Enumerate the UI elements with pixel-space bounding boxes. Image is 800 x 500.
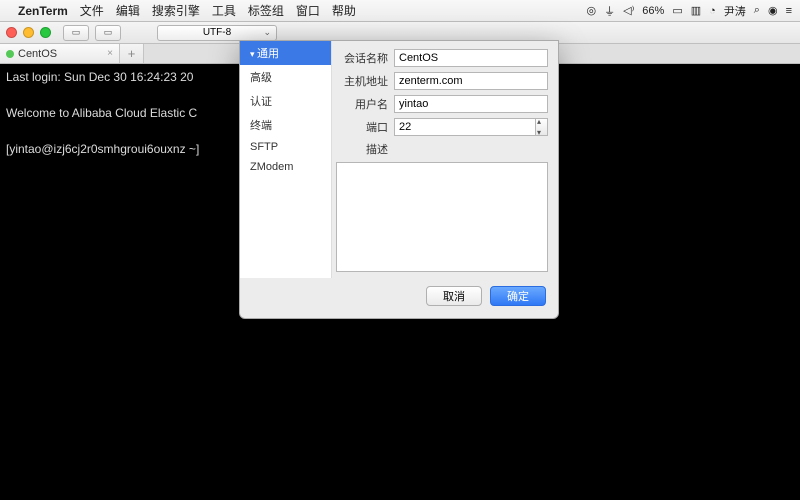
sidebar-item-zmodem[interactable]: ZModem — [240, 157, 331, 177]
wifi-icon[interactable]: ⏚ — [604, 3, 615, 19]
menu-window[interactable]: 窗口 — [296, 2, 320, 19]
sidebar-item-auth[interactable]: 认证 — [240, 89, 331, 113]
sidebar-item-sftp[interactable]: SFTP — [240, 137, 331, 157]
close-window[interactable] — [6, 27, 17, 38]
sidebar-item-advanced[interactable]: 高级 — [240, 65, 331, 89]
menu-tabgroup[interactable]: 标签组 — [248, 2, 284, 19]
battery-text: 66% — [642, 5, 664, 17]
menu-search[interactable]: 搜索引擎 — [152, 2, 200, 19]
app-name[interactable]: ZenTerm — [18, 4, 68, 18]
sidebar-item-general[interactable]: 通用 — [240, 41, 331, 65]
input-host[interactable] — [394, 72, 548, 90]
port-stepper[interactable] — [536, 118, 548, 136]
menu-tools[interactable]: 工具 — [212, 2, 236, 19]
input-session-name[interactable] — [394, 49, 548, 67]
user-name[interactable]: 尹涛 — [724, 3, 746, 19]
clock-icon[interactable]: ◔ — [709, 5, 716, 17]
siri-icon[interactable]: ◉ — [768, 4, 778, 17]
spotlight-icon[interactable]: ◎ — [587, 4, 597, 17]
menu-help[interactable]: 帮助 — [332, 2, 356, 19]
label-port: 端口 — [336, 119, 388, 135]
input-description[interactable] — [336, 162, 548, 272]
dialog-sidebar: 通用 高级 认证 终端 SFTP ZModem — [240, 41, 332, 278]
label-host: 主机地址 — [336, 73, 388, 89]
menu-edit[interactable]: 编辑 — [116, 2, 140, 19]
window-controls — [6, 27, 51, 38]
dialog-form: 会话名称 主机地址 用户名 端口 描述 — [332, 41, 558, 278]
label-desc: 描述 — [336, 141, 388, 157]
tab-label: CentOS — [18, 48, 103, 60]
toolbar-button-1[interactable]: ▭ — [63, 25, 89, 41]
menubar: ZenTerm 文件 编辑 搜索引擎 工具 标签组 窗口 帮助 ◎ ⏚ ◁⁾ 6… — [0, 0, 800, 22]
input-username[interactable] — [394, 95, 548, 113]
sidebar-item-terminal[interactable]: 终端 — [240, 113, 331, 137]
zoom-window[interactable] — [40, 27, 51, 38]
notification-icon[interactable]: ≡ — [786, 5, 792, 17]
tab-centos[interactable]: CentOS × — [0, 44, 120, 63]
minimize-window[interactable] — [23, 27, 34, 38]
status-icon[interactable]: ▥ — [691, 4, 701, 17]
tab-close-icon[interactable]: × — [107, 48, 113, 59]
term-line: Welcome to Alibaba Cloud Elastic C — [6, 106, 197, 120]
menu-file[interactable]: 文件 — [80, 2, 104, 19]
toolbar-button-2[interactable]: ▭ — [95, 25, 121, 41]
cancel-button[interactable]: 取消 — [426, 286, 482, 306]
tab-status-icon — [6, 50, 14, 58]
session-dialog: 通用 高级 认证 终端 SFTP ZModem 会话名称 主机地址 用户名 端口 — [239, 40, 559, 319]
volume-icon[interactable]: ◁⁾ — [623, 4, 634, 17]
search-icon[interactable]: ⌕ — [754, 4, 760, 17]
add-tab-button[interactable]: + — [120, 44, 144, 63]
encoding-value: UTF-8 — [203, 27, 231, 38]
battery-icon[interactable]: ▭ — [672, 4, 682, 17]
ok-button[interactable]: 确定 — [490, 286, 546, 306]
label-user: 用户名 — [336, 96, 388, 112]
input-port[interactable] — [394, 118, 536, 136]
term-line: Last login: Sun Dec 30 16:24:23 20 — [6, 70, 193, 84]
label-session: 会话名称 — [336, 50, 388, 66]
encoding-select[interactable]: UTF-8 — [157, 25, 277, 41]
term-line: [yintao@izj6cj2r0smhgroui6ouxnz ~] — [6, 142, 199, 156]
